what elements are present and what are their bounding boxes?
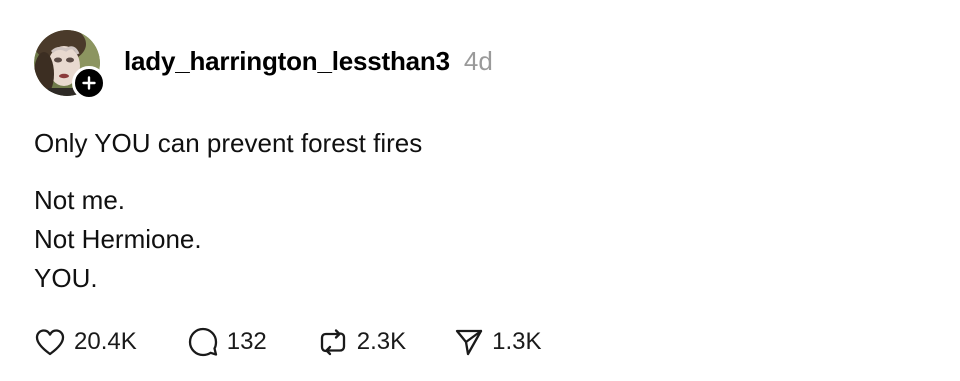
- reply-count: 132: [226, 328, 267, 355]
- send-icon: [455, 329, 483, 356]
- post-timestamp[interactable]: 4d: [464, 46, 493, 77]
- share-count: 1.3K: [492, 328, 542, 355]
- follow-button[interactable]: [72, 66, 106, 100]
- post-body: Only YOU can prevent forest fires Not me…: [34, 124, 422, 298]
- reply-button[interactable]: 132: [187, 326, 267, 358]
- body-line: Not Hermione.: [34, 224, 202, 254]
- body-paragraph: Only YOU can prevent forest fires: [34, 124, 422, 163]
- action-bar: 20.4K 132 2.3K 1.3K: [34, 324, 542, 360]
- thread-post: lady_harrington_lessthan3 4d Only YOU ca…: [0, 0, 960, 381]
- repost-button[interactable]: 2.3K: [317, 326, 406, 358]
- share-button[interactable]: 1.3K: [454, 327, 542, 357]
- avatar-container: [34, 30, 106, 100]
- plus-icon: [82, 76, 96, 90]
- comment-icon: [188, 327, 217, 357]
- body-line: Not me.: [34, 185, 126, 215]
- body-line: YOU.: [34, 263, 98, 293]
- heart-icon: [35, 329, 65, 356]
- body-line: Only YOU can prevent forest fires: [34, 128, 423, 158]
- post-header: lady_harrington_lessthan3 4d: [124, 46, 493, 77]
- repost-icon: [320, 329, 345, 356]
- repost-count: 2.3K: [356, 328, 407, 355]
- body-paragraph: Not me. Not Hermione. YOU.: [34, 181, 422, 298]
- like-count: 20.4K: [74, 328, 137, 355]
- like-button[interactable]: 20.4K: [34, 327, 137, 357]
- author-username[interactable]: lady_harrington_lessthan3: [124, 46, 450, 77]
